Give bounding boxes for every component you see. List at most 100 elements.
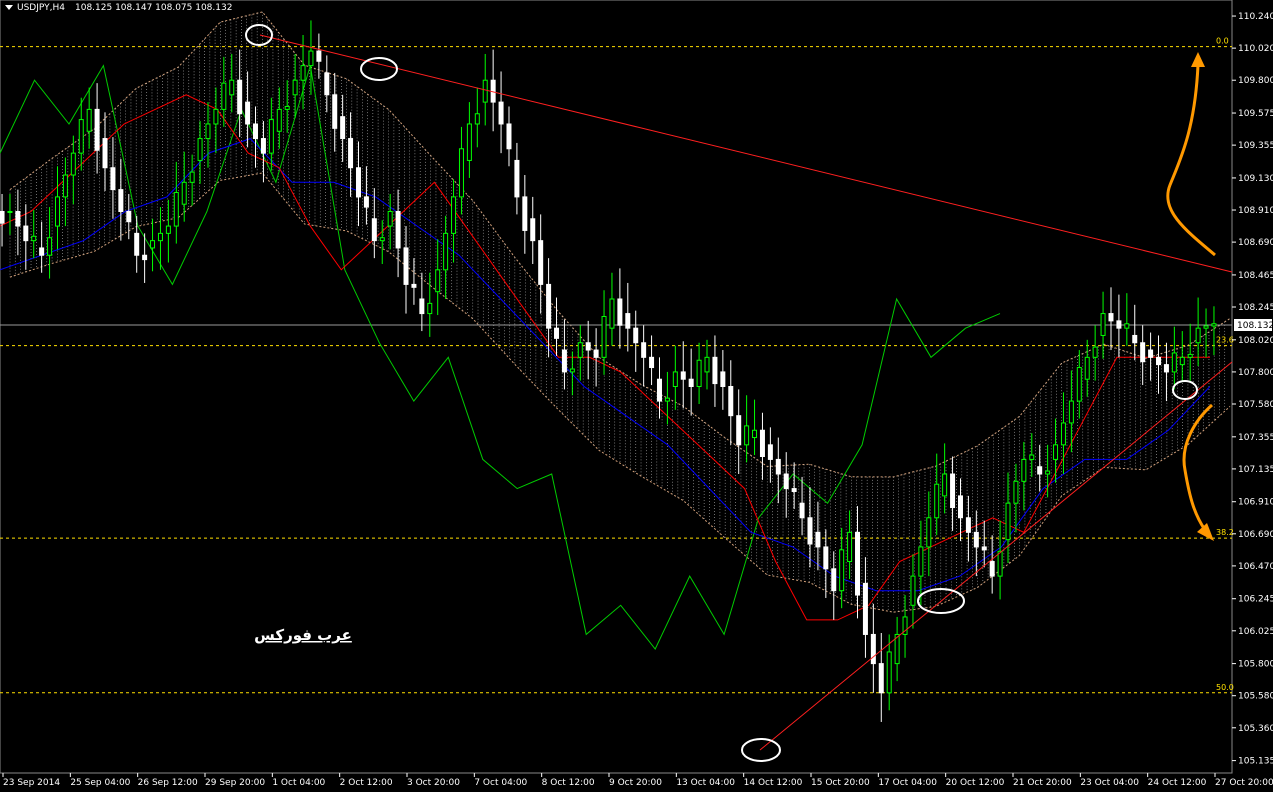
candle-body	[1163, 364, 1169, 373]
candle-body	[411, 283, 417, 288]
x-tick-label: 27 Oct 20:00	[1215, 778, 1273, 788]
candle-body	[1013, 480, 1019, 504]
y-tick-label: 110.020	[1238, 44, 1273, 54]
x-tick-label: 8 Oct 12:00	[542, 778, 595, 788]
y-tick-label: 105.580	[1238, 692, 1273, 702]
candle-body	[744, 425, 750, 446]
candle-body	[538, 240, 544, 285]
y-tick-label: 105.360	[1238, 724, 1273, 734]
candle-body	[39, 247, 45, 256]
candle-body	[245, 101, 251, 125]
x-tick-label: 20 Oct 12:00	[946, 778, 1005, 788]
candle-body	[965, 517, 971, 533]
candle-body	[54, 196, 60, 227]
candle-body	[498, 101, 504, 125]
candle-body	[62, 174, 68, 198]
candle-body	[260, 138, 266, 154]
candle-body	[989, 561, 995, 577]
y-tick-label: 106.910	[1238, 498, 1273, 508]
candle-body	[1092, 346, 1098, 358]
candle-body	[229, 79, 235, 96]
candle-body	[324, 72, 330, 96]
candle-body	[1195, 327, 1201, 344]
x-tick-label: 17 Oct 04:00	[878, 778, 937, 788]
candle-body	[451, 196, 457, 234]
y-tick-label: 106.470	[1238, 562, 1273, 572]
x-tick-label: 2 Oct 12:00	[340, 778, 393, 788]
candle-body	[482, 79, 488, 103]
candle-body	[213, 108, 219, 125]
candle-body	[23, 225, 29, 242]
candle-body	[617, 298, 623, 326]
candle-body	[1084, 356, 1090, 380]
candle-body	[1029, 454, 1035, 460]
fib-level-label: 0.0	[1216, 37, 1229, 46]
candle-body	[1148, 349, 1154, 358]
candle-body	[522, 196, 528, 231]
candle-body	[981, 546, 987, 551]
candle-body	[1179, 356, 1185, 366]
candle-body	[569, 368, 575, 373]
candle-body	[688, 378, 694, 388]
candle-body	[831, 568, 837, 592]
y-tick-label: 108.020	[1238, 336, 1273, 346]
x-tick-label: 24 Oct 12:00	[1148, 778, 1207, 788]
candle-body	[997, 550, 1003, 577]
candle-body	[823, 546, 829, 570]
candle-body	[474, 113, 480, 125]
candle-body	[78, 119, 84, 154]
candle-body	[878, 663, 884, 694]
ohlc-readout: 108.125 108.147 108.075 108.132	[75, 3, 232, 13]
x-tick-label: 23 Oct 04:00	[1080, 778, 1139, 788]
candle-body	[546, 283, 552, 329]
candle-body	[585, 342, 591, 351]
candle-body	[379, 237, 385, 242]
candle-body	[609, 298, 615, 329]
candle-body	[514, 159, 520, 198]
candle-body	[942, 473, 948, 497]
candle-body	[173, 192, 179, 227]
candle-body	[387, 210, 393, 227]
candle-body	[1045, 470, 1051, 475]
x-tick-label: 9 Oct 20:00	[609, 778, 662, 788]
fib-level-label: 23.6	[1216, 336, 1234, 345]
candle-body	[1037, 466, 1043, 475]
chart-canvas[interactable]: 0.0 23.6 38.2 50.0 USDJPY,H4 108.125 108.14…	[0, 0, 1273, 792]
candle-body	[554, 327, 560, 339]
current-price-label: 108.132	[1237, 321, 1273, 331]
plot-frame	[0, 0, 1233, 774]
chart-window[interactable]: 0.0 23.6 38.2 50.0 USDJPY,H4 108.125 108.14…	[0, 0, 1273, 792]
candle-body	[189, 171, 195, 183]
candle-body	[1060, 422, 1066, 446]
candle-body	[799, 502, 805, 519]
y-tick-label: 107.355	[1238, 433, 1273, 443]
candle-body	[1021, 458, 1027, 482]
candle-body	[593, 349, 599, 358]
candle-body	[775, 458, 781, 475]
x-tick-label: 13 Oct 04:00	[676, 778, 735, 788]
candle-body	[276, 108, 282, 132]
candle-body	[458, 148, 464, 198]
candle-body	[31, 235, 37, 242]
candle-body	[316, 50, 322, 62]
candle-body	[1203, 325, 1209, 329]
candle-body	[1156, 356, 1162, 366]
candle-body	[910, 575, 916, 606]
y-tick-label: 109.800	[1238, 76, 1273, 86]
candle-body	[157, 232, 163, 242]
candle-body	[47, 237, 53, 256]
candle-body	[102, 138, 108, 169]
candle-body	[466, 123, 472, 161]
candle-body	[1140, 342, 1146, 363]
price-axis: 110.240 110.020 109.800 109.575 109.355 109.1…	[1232, 12, 1273, 767]
candle-body	[292, 79, 298, 96]
candle-body	[934, 483, 940, 519]
candle-body	[284, 105, 290, 110]
candle-body	[957, 495, 963, 519]
candle-body	[1076, 367, 1082, 402]
y-tick-label: 106.245	[1238, 595, 1273, 605]
candle-body	[839, 549, 845, 592]
candle-body	[1100, 313, 1106, 336]
candle-body	[847, 531, 853, 563]
y-tick-label: 107.800	[1238, 368, 1273, 378]
